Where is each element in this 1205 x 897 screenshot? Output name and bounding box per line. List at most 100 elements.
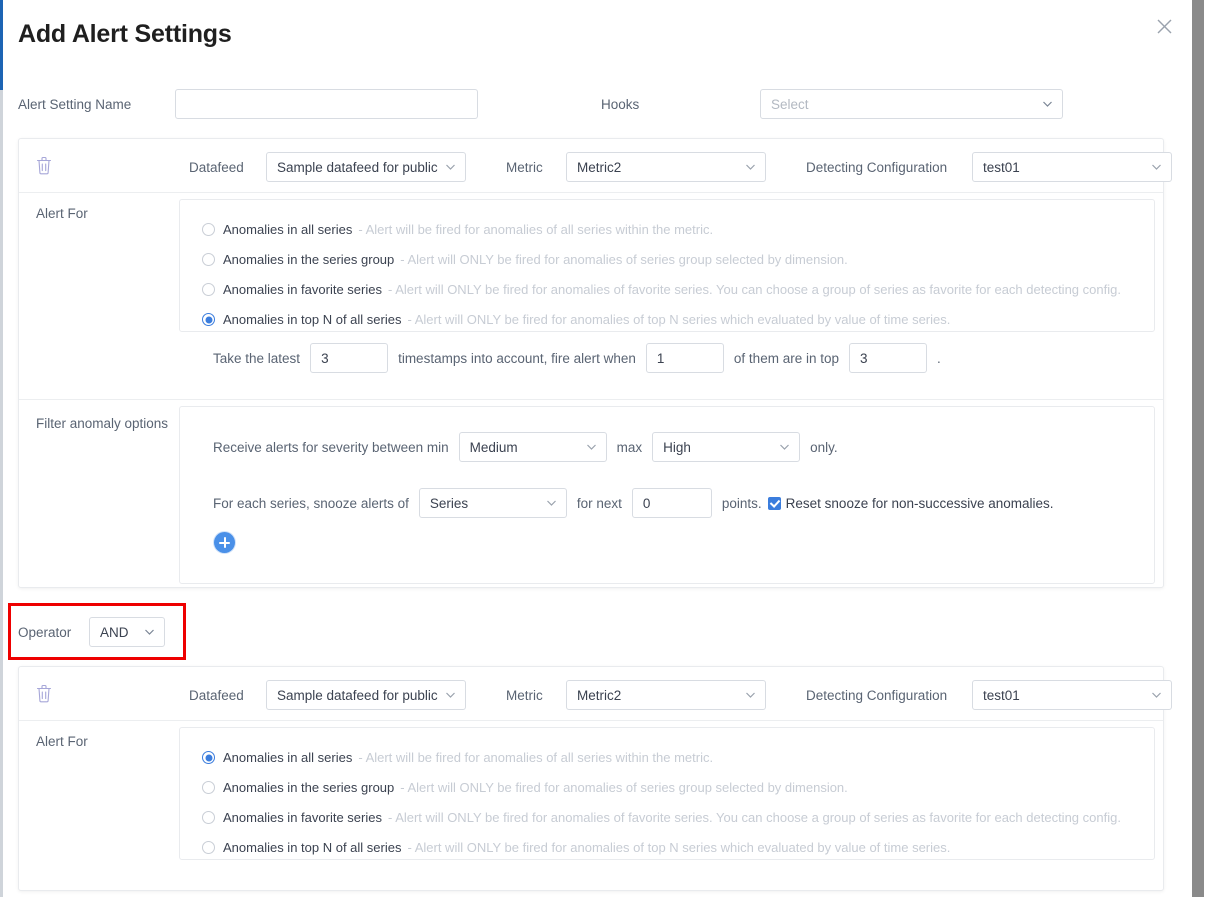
detecting-config-select-value-2: test01 (983, 688, 1020, 703)
snooze-scope-select-1[interactable]: Series (419, 488, 567, 518)
radio-description: - Alert will ONLY be fired for anomalies… (407, 840, 950, 855)
snooze-points-label: points. (722, 496, 762, 511)
radio-label: Anomalies in top N of all series (223, 312, 401, 327)
delete-rule-button-2[interactable] (35, 683, 53, 704)
radio-anomalies-all-series-1[interactable]: Anomalies in all series - Alert will be … (202, 222, 713, 237)
radio-circle-icon[interactable] (202, 841, 215, 854)
alert-for-panel-1: Anomalies in all series - Alert will be … (179, 199, 1155, 332)
top-n-value-input[interactable] (849, 343, 927, 373)
radio-anomalies-series-group-1[interactable]: Anomalies in the series group - Alert wi… (202, 252, 848, 267)
card-middle-divider-1 (19, 399, 1163, 400)
chevron-down-icon (745, 162, 756, 173)
datafeed-select-2[interactable]: Sample datafeed for public (266, 680, 466, 710)
detecting-config-label-2: Detecting Configuration (806, 688, 947, 703)
chevron-down-icon (779, 442, 790, 453)
take-the-latest-label: Take the latest (213, 351, 300, 366)
radio-circle-icon[interactable] (202, 223, 215, 236)
alert-for-panel-2: Anomalies in all series - Alert will be … (179, 727, 1155, 860)
alert-for-label-2: Alert For (36, 734, 88, 749)
reset-snooze-checkbox-1[interactable] (768, 497, 781, 510)
alert-setting-name-input[interactable] (175, 89, 478, 119)
radio-circle-icon[interactable] (202, 253, 215, 266)
radio-label: Anomalies in favorite series (223, 810, 382, 825)
alert-setting-name-label: Alert Setting Name (18, 97, 131, 112)
severity-range-row-1: Receive alerts for severity between min … (213, 432, 838, 462)
operator-label: Operator (18, 625, 71, 640)
add-alert-settings-dialog: Add Alert Settings Alert Setting Name Ho… (3, 0, 1192, 897)
radio-description: - Alert will ONLY be fired for anomalies… (400, 252, 848, 267)
chevron-down-icon (144, 627, 155, 638)
datafeed-label-1: Datafeed (189, 160, 244, 175)
metric-select-2[interactable]: Metric2 (566, 680, 766, 710)
latest-timestamps-input[interactable] (310, 343, 388, 373)
snooze-scope-value: Series (430, 496, 468, 511)
datafeed-label-2: Datafeed (189, 688, 244, 703)
close-icon[interactable] (1150, 12, 1178, 40)
radio-anomalies-top-n-1[interactable]: Anomalies in top N of all series - Alert… (202, 312, 950, 327)
radio-anomalies-favorite-series-1[interactable]: Anomalies in favorite series - Alert wil… (202, 282, 1121, 297)
screenshot-root: Add Alert Settings Alert Setting Name Ho… (0, 0, 1205, 897)
page-title: Add Alert Settings (18, 20, 232, 49)
filter-anomaly-panel-1: Receive alerts for severity between min … (179, 406, 1155, 584)
severity-min-value: Medium (470, 440, 518, 455)
datafeed-select-value-2: Sample datafeed for public (277, 688, 438, 703)
severity-max-select-1[interactable]: High (652, 432, 800, 462)
vertical-scrollbar[interactable] (1192, 0, 1205, 897)
fire-alert-when-input[interactable] (646, 343, 724, 373)
chevron-down-icon (445, 690, 456, 701)
severity-min-select-1[interactable]: Medium (459, 432, 607, 462)
radio-description: - Alert will be fired for anomalies of a… (358, 750, 713, 765)
alert-for-label-1: Alert For (36, 206, 88, 221)
top-n-config-row-1: Take the latest timestamps into account,… (213, 343, 941, 373)
operator-select-value: AND (100, 625, 129, 640)
alert-rule-card-2: Datafeed Sample datafeed for public Metr… (18, 666, 1164, 891)
severity-max-value: High (663, 440, 691, 455)
datafeed-select-1[interactable]: Sample datafeed for public (266, 152, 466, 182)
hooks-select[interactable]: Select (760, 89, 1063, 119)
detecting-config-select-value-1: test01 (983, 160, 1020, 175)
radio-anomalies-all-series-2[interactable]: Anomalies in all series - Alert will be … (202, 750, 713, 765)
radio-circle-icon[interactable] (202, 781, 215, 794)
snooze-for-next-label: for next (577, 496, 622, 511)
severity-prefix-label: Receive alerts for severity between min (213, 440, 449, 455)
add-filter-button-1[interactable] (214, 532, 235, 553)
radio-circle-icon[interactable] (202, 751, 215, 764)
scrollbar-thumb[interactable] (1192, 0, 1204, 897)
operator-select[interactable]: AND (89, 617, 165, 647)
timestamps-into-account-label: timestamps into account, fire alert when (398, 351, 636, 366)
chevron-down-icon (445, 162, 456, 173)
metric-select-1[interactable]: Metric2 (566, 152, 766, 182)
radio-circle-icon[interactable] (202, 313, 215, 326)
radio-circle-icon[interactable] (202, 283, 215, 296)
metric-label-2: Metric (506, 688, 543, 703)
of-them-in-top-label: of them are in top (734, 351, 839, 366)
hooks-label: Hooks (601, 97, 639, 112)
radio-label: Anomalies in favorite series (223, 282, 382, 297)
chevron-down-icon (1042, 99, 1053, 110)
chevron-down-icon (586, 442, 597, 453)
severity-only-label: only. (810, 440, 838, 455)
radio-anomalies-favorite-series-2[interactable]: Anomalies in favorite series - Alert wil… (202, 810, 1121, 825)
snooze-prefix-label: For each series, snooze alerts of (213, 496, 409, 511)
detecting-config-select-2[interactable]: test01 (972, 680, 1172, 710)
card-header-divider-2 (19, 720, 1163, 721)
snooze-points-input[interactable] (632, 488, 712, 518)
severity-max-label: max (617, 440, 643, 455)
chevron-down-icon (745, 690, 756, 701)
radio-anomalies-top-n-2[interactable]: Anomalies in top N of all series - Alert… (202, 840, 950, 855)
detecting-config-select-1[interactable]: test01 (972, 152, 1172, 182)
trash-icon (35, 155, 53, 176)
hooks-select-value: Select (771, 97, 809, 112)
radio-label: Anomalies in the series group (223, 780, 394, 795)
top-n-period-label: . (937, 351, 941, 366)
radio-circle-icon[interactable] (202, 811, 215, 824)
alert-rule-card: Datafeed Sample datafeed for public Metr… (18, 138, 1164, 588)
detecting-config-label-1: Detecting Configuration (806, 160, 947, 175)
delete-rule-button-1[interactable] (35, 155, 53, 176)
radio-description: - Alert will be fired for anomalies of a… (358, 222, 713, 237)
radio-description: - Alert will ONLY be fired for anomalies… (407, 312, 950, 327)
radio-label: Anomalies in all series (223, 750, 352, 765)
snooze-row-1: For each series, snooze alerts of Series… (213, 488, 1054, 518)
radio-anomalies-series-group-2[interactable]: Anomalies in the series group - Alert wi… (202, 780, 848, 795)
radio-description: - Alert will ONLY be fired for anomalies… (388, 282, 1121, 297)
